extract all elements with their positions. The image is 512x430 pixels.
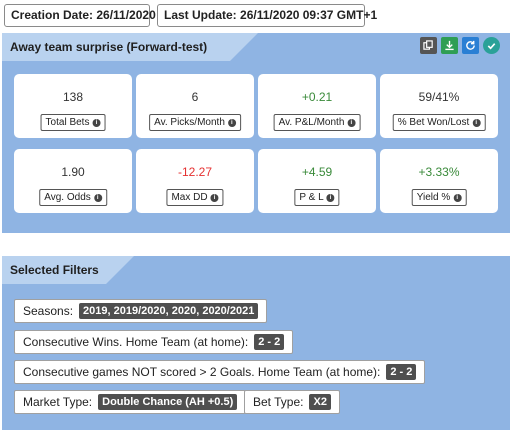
check-follow-icon: [487, 43, 496, 50]
stat-value: 59/41%: [418, 90, 460, 104]
last-update-label: Last Update:: [164, 8, 237, 22]
info-icon: i: [227, 118, 236, 127]
filter-consecutive-wins: Consecutive Wins. Home Team (at home): 2…: [14, 330, 294, 354]
creation-date-chip: Creation Date: 26/11/2020: [4, 4, 156, 27]
download-button[interactable]: [441, 37, 458, 54]
copy-icon: [423, 40, 433, 50]
stat-label-button[interactable]: Avg. Odds i: [39, 189, 107, 206]
filter-label: Seasons:: [23, 304, 74, 318]
info-icon: i: [326, 193, 335, 202]
stat-card-total-bets: 138 Total Bets i: [14, 74, 132, 138]
stat-value: 138: [62, 90, 84, 104]
stat-label: Av. Picks/Month: [154, 117, 225, 128]
stat-value: 1.90: [61, 165, 85, 179]
stat-card-av-picks: 6 Av. Picks/Month i: [136, 74, 254, 138]
stat-label: P & L: [299, 192, 324, 203]
selected-filters-panel: Selected Filters Seasons: 2019, 2019/202…: [2, 256, 510, 430]
strategy-title: Away team surprise (Forward-test): [2, 33, 258, 61]
stat-label-button[interactable]: Yield % i: [411, 189, 467, 206]
filter-bet-type: Bet Type: X2: [244, 390, 340, 414]
stat-value: 6: [191, 90, 199, 104]
stat-value: +3.33%: [418, 165, 460, 179]
stat-label-button[interactable]: Av. Picks/Month i: [149, 114, 241, 131]
follow-button[interactable]: [483, 37, 500, 54]
stat-card-avg-odds: 1.90 Avg. Odds i: [14, 149, 132, 213]
stat-label: Max DD: [171, 192, 208, 203]
last-update-chip: Last Update: 26/11/2020 09:37 GMT+1: [157, 4, 377, 27]
stat-label: Yield %: [416, 192, 451, 203]
last-update-value: 26/11/2020 09:37 GMT+1: [240, 8, 378, 22]
filter-label: Consecutive games NOT scored > 2 Goals. …: [23, 365, 381, 379]
stat-value: -12.27: [177, 165, 213, 179]
info-icon: i: [347, 118, 356, 127]
stat-card-yield: +3.33% Yield % i: [380, 149, 498, 213]
stat-label: Total Bets: [45, 117, 90, 128]
stat-label-button[interactable]: % Bet Won/Lost i: [392, 114, 486, 131]
stat-card-bet-won-lost: 59/41% % Bet Won/Lost i: [380, 74, 498, 138]
refresh-icon: [466, 40, 475, 50]
stat-card-av-pl: +0.21 Av. P&L/Month i: [258, 74, 376, 138]
stat-label: Avg. Odds: [44, 192, 91, 203]
stat-label-button[interactable]: P & Li: [294, 189, 340, 206]
filters-title: Selected Filters: [2, 256, 134, 284]
stat-value: +0.21: [301, 90, 333, 104]
filter-label: Consecutive Wins. Home Team (at home):: [23, 335, 249, 349]
filter-value-badge: 2 - 2: [386, 364, 417, 380]
stat-label: Av. P&L/Month: [278, 117, 345, 128]
filter-value-badge: X2: [309, 394, 331, 410]
filter-value-badge: 2019, 2019/2020, 2020, 2020/2021: [79, 303, 259, 319]
strategy-toolbar: [420, 37, 500, 54]
info-icon: i: [93, 193, 102, 202]
info-icon: i: [453, 193, 462, 202]
info-icon: i: [472, 118, 481, 127]
refresh-button[interactable]: [462, 37, 479, 54]
filter-value-badge: Double Chance (AH +0.5): [98, 394, 238, 410]
filter-label: Market Type:: [23, 395, 93, 409]
stat-value: +4.59: [301, 165, 333, 179]
filter-not-scored: Consecutive games NOT scored > 2 Goals. …: [14, 360, 426, 384]
stat-label-button[interactable]: Av. P&L/Month i: [273, 114, 361, 131]
strategy-stats-panel: Away team surprise (Forward-test) 138 To…: [2, 33, 510, 233]
info-icon: i: [92, 118, 101, 127]
creation-date-label: Creation Date:: [11, 8, 94, 22]
stat-card-max-dd: -12.27 Max DD i: [136, 149, 254, 213]
stat-label-button[interactable]: Max DD i: [166, 189, 224, 206]
download-icon: [445, 40, 454, 51]
stat-card-pl: +4.59 P & Li: [258, 149, 376, 213]
stat-label-button[interactable]: Total Bets i: [40, 114, 106, 131]
copy-button[interactable]: [420, 37, 437, 54]
stat-label: % Bet Won/Lost: [397, 117, 470, 128]
filter-value-badge: 2 - 2: [254, 334, 285, 350]
creation-date-value: 26/11/2020: [96, 8, 156, 22]
filter-seasons: Seasons: 2019, 2019/2020, 2020, 2020/202…: [14, 299, 268, 323]
filter-market-type: Market Type: Double Chance (AH +0.5): [14, 390, 247, 414]
filter-label: Bet Type:: [253, 395, 304, 409]
info-icon: i: [210, 193, 219, 202]
